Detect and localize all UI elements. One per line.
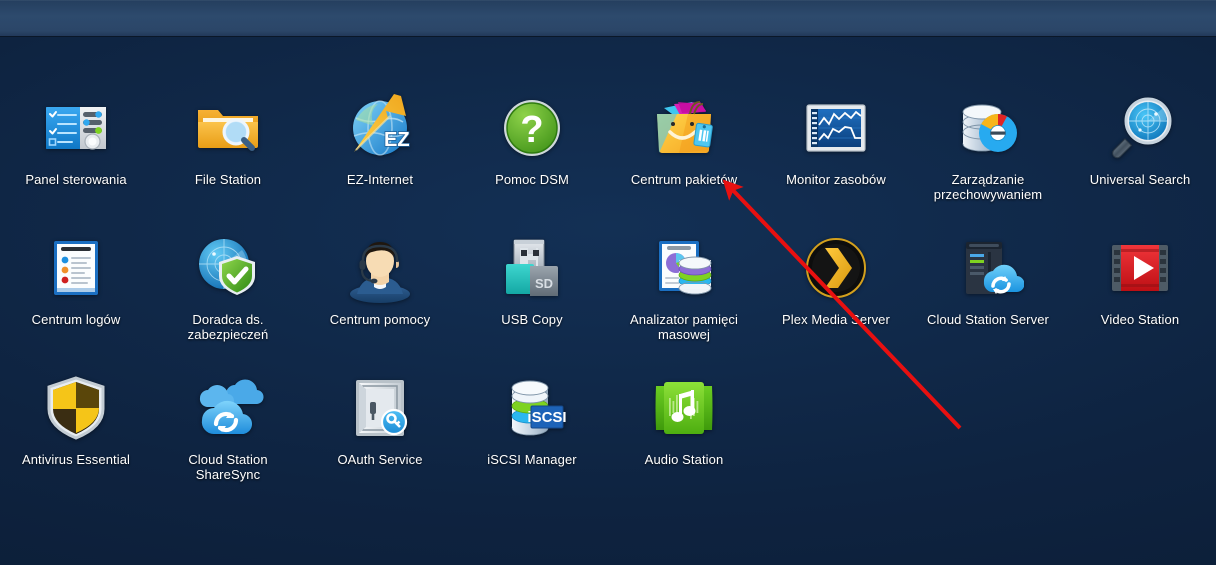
svg-text:SD: SD bbox=[535, 276, 553, 291]
desktop-icon-label: Pomoc DSM bbox=[495, 172, 569, 187]
desktop-icon-label: OAuth Service bbox=[337, 452, 423, 467]
ez-internet-icon: EZ bbox=[344, 92, 416, 164]
control-panel-icon bbox=[40, 92, 112, 164]
desktop-icon-cloud-station-server[interactable]: Cloud Station Server bbox=[912, 232, 1064, 372]
desktop-icon-universal-search[interactable]: Universal Search bbox=[1064, 92, 1216, 232]
desktop-icon-label: Centrum pakietów bbox=[630, 172, 738, 187]
desktop-icon-cloud-station-sharesync[interactable]: Cloud Station ShareSync bbox=[152, 372, 304, 512]
dsm-help-icon: ? bbox=[496, 92, 568, 164]
video-station-icon bbox=[1104, 232, 1176, 304]
desktop-icon-label: USB Copy bbox=[501, 312, 563, 327]
antivirus-essential-icon bbox=[40, 372, 112, 444]
resource-monitor-icon bbox=[800, 92, 872, 164]
desktop-icon-label: Cloud Station ShareSync bbox=[188, 452, 268, 482]
log-center-icon bbox=[40, 232, 112, 304]
desktop-icon-label: EZ-Internet bbox=[346, 172, 414, 187]
security-advisor-icon bbox=[192, 232, 264, 304]
desktop-icon-label: Panel sterowania bbox=[25, 172, 127, 187]
audio-station-icon bbox=[648, 372, 720, 444]
desktop-icon-label: Analizator pamięci masowej bbox=[629, 312, 738, 342]
desktop-icon-label: Doradca ds. zabezpieczeń bbox=[187, 312, 269, 342]
desktop-icon-label: Zarządzanie przechowywaniem bbox=[933, 172, 1043, 202]
desktop-icon-label: Audio Station bbox=[644, 452, 724, 467]
desktop-icon-label: Monitor zasobów bbox=[786, 172, 886, 187]
oauth-service-icon bbox=[344, 372, 416, 444]
desktop-icon-control-panel[interactable]: Panel sterowania bbox=[0, 92, 152, 232]
desktop-icon-label: File Station bbox=[194, 172, 262, 187]
taskbar[interactable] bbox=[0, 0, 1216, 37]
desktop-icon-file-station[interactable]: File Station bbox=[152, 92, 304, 232]
cloud-station-sharesync-icon bbox=[192, 372, 264, 444]
desktop-icon-grid: Panel sterowania File Station EZ EZ-Inte… bbox=[0, 37, 1216, 565]
desktop-icon-storage-analyzer[interactable]: Analizator pamięci masowej bbox=[608, 232, 760, 372]
storage-analyzer-icon bbox=[648, 232, 720, 304]
support-center-icon bbox=[344, 232, 416, 304]
desktop-icon-package-center[interactable]: Centrum pakietów bbox=[608, 92, 760, 232]
desktop-icon-dsm-help[interactable]: ? Pomoc DSM bbox=[456, 92, 608, 232]
desktop-icon-iscsi-manager[interactable]: iSCSI iSCSI Manager bbox=[456, 372, 608, 512]
svg-text:EZ: EZ bbox=[384, 129, 410, 151]
universal-search-icon bbox=[1104, 92, 1176, 164]
desktop-icon-usb-copy[interactable]: SD USB Copy bbox=[456, 232, 608, 372]
desktop-icon-ez-internet[interactable]: EZ EZ-Internet bbox=[304, 92, 456, 232]
desktop-icon-antivirus-essential[interactable]: Antivirus Essential bbox=[0, 372, 152, 512]
svg-text:?: ? bbox=[520, 109, 543, 151]
desktop-icon-label: iSCSI Manager bbox=[487, 452, 577, 467]
iscsi-manager-icon: iSCSI bbox=[496, 372, 568, 444]
desktop-icon-audio-station[interactable]: Audio Station bbox=[608, 372, 760, 512]
desktop-icon-video-station[interactable]: Video Station bbox=[1064, 232, 1216, 372]
package-center-icon bbox=[648, 92, 720, 164]
usb-copy-icon: SD bbox=[496, 232, 568, 304]
plex-media-server-icon bbox=[800, 232, 872, 304]
desktop-icon-label: Centrum logów bbox=[31, 312, 121, 327]
storage-manager-icon bbox=[952, 92, 1024, 164]
svg-text:iSCSI: iSCSI bbox=[527, 409, 566, 426]
desktop-icon-log-center[interactable]: Centrum logów bbox=[0, 232, 152, 372]
desktop-icon-storage-manager[interactable]: Zarządzanie przechowywaniem bbox=[912, 92, 1064, 232]
desktop-icon-label: Antivirus Essential bbox=[21, 452, 131, 467]
desktop-icon-label: Cloud Station Server bbox=[927, 312, 1049, 327]
desktop-icon-label: Centrum pomocy bbox=[329, 312, 431, 327]
cloud-station-server-icon bbox=[952, 232, 1024, 304]
desktop-icon-support-center[interactable]: Centrum pomocy bbox=[304, 232, 456, 372]
desktop-icon-oauth-service[interactable]: OAuth Service bbox=[304, 372, 456, 512]
desktop-icon-resource-monitor[interactable]: Monitor zasobów bbox=[760, 92, 912, 232]
desktop-icon-label: Universal Search bbox=[1089, 172, 1191, 187]
desktop-icon-security-advisor[interactable]: Doradca ds. zabezpieczeń bbox=[152, 232, 304, 372]
desktop-icon-plex-media-server[interactable]: Plex Media Server bbox=[760, 232, 912, 372]
desktop-icon-label: Plex Media Server bbox=[782, 312, 890, 327]
file-station-icon bbox=[192, 92, 264, 164]
desktop-icon-label: Video Station bbox=[1100, 312, 1180, 327]
